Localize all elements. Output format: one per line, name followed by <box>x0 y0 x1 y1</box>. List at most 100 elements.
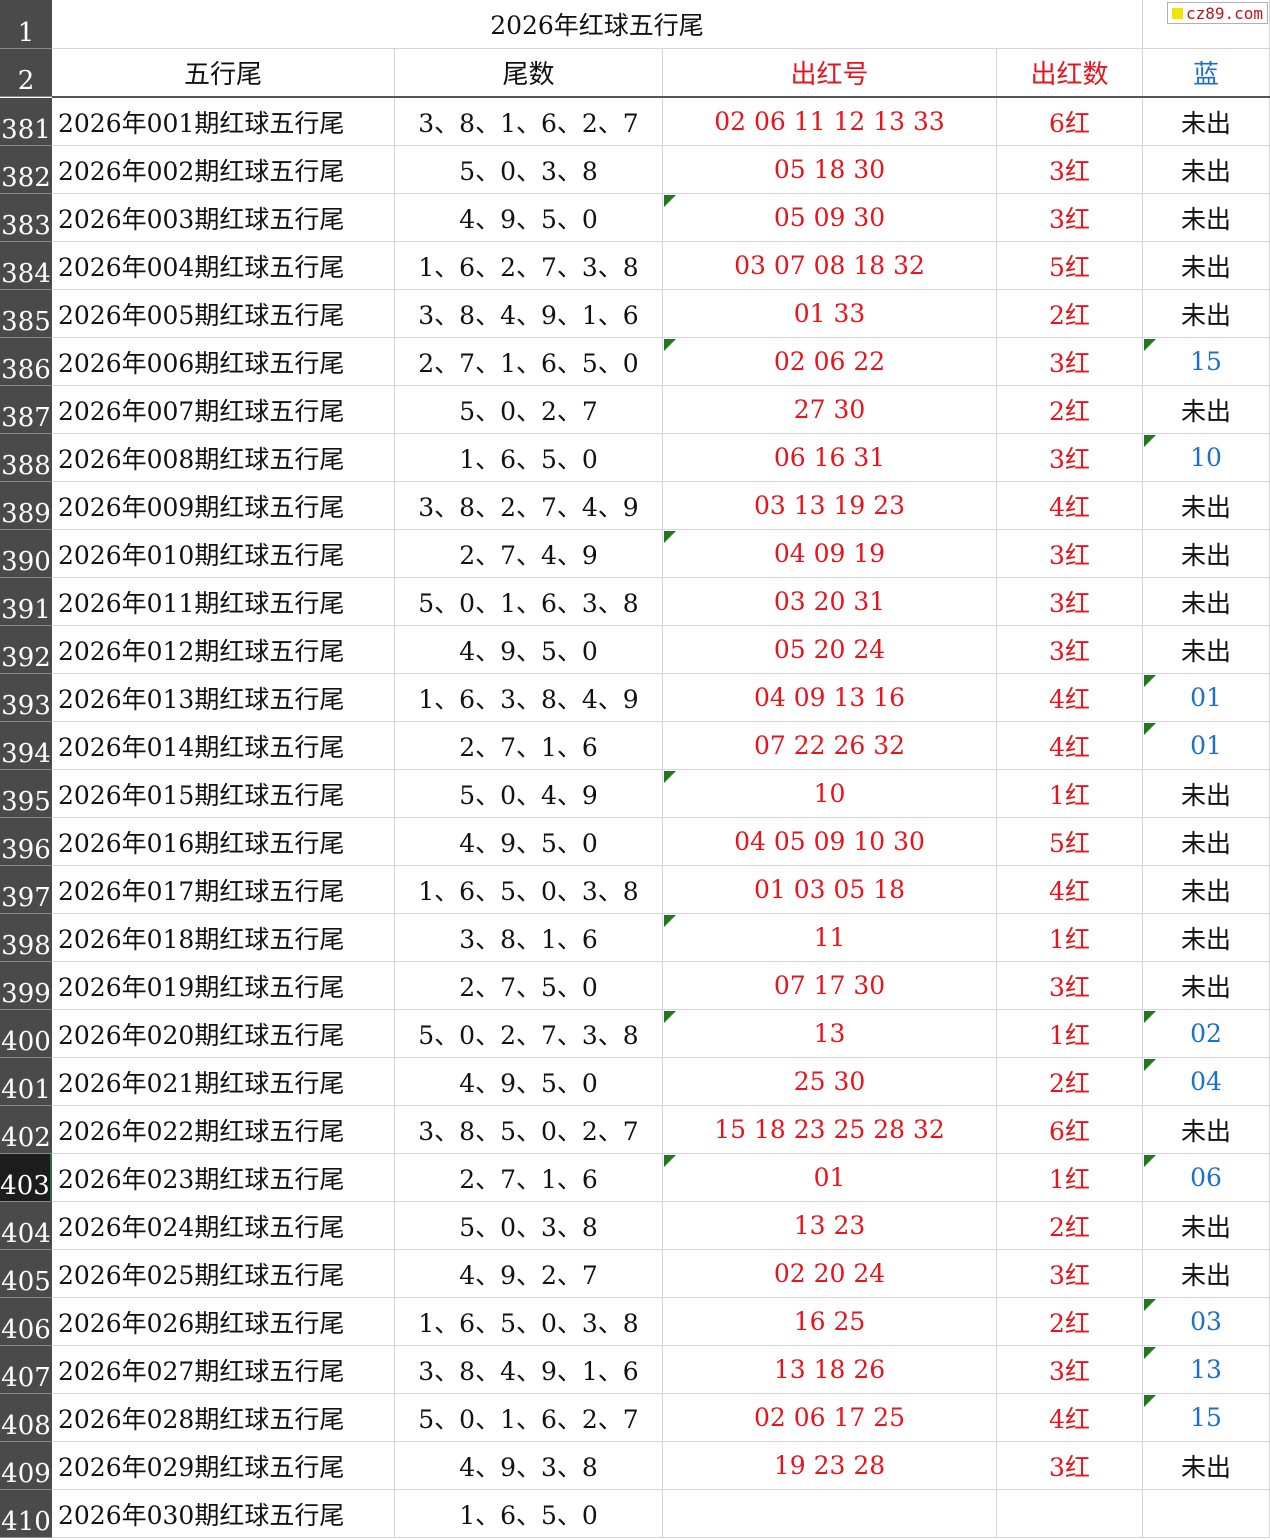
cell-red-count[interactable]: 1红 <box>997 1154 1143 1202</box>
cell-red-count[interactable]: 3红 <box>997 578 1143 626</box>
cell-red-count[interactable]: 3红 <box>997 194 1143 242</box>
cell-red-count[interactable]: 2红 <box>997 290 1143 338</box>
cell-blue-result[interactable]: 03 <box>1143 1298 1270 1346</box>
cell-blue-result[interactable]: 15 <box>1143 338 1270 386</box>
row-header[interactable]: 406 <box>0 1298 52 1346</box>
cell-red-numbers[interactable]: 25 30 <box>663 1058 997 1106</box>
column-header-name[interactable]: 五行尾 <box>52 49 395 97</box>
cell-blue-result[interactable]: 未出 <box>1143 1250 1270 1298</box>
cell-period-name[interactable]: 2026年003期红球五行尾 <box>52 194 395 242</box>
cell-tail-digits[interactable]: 2、7、5、0 <box>395 962 663 1010</box>
cell-blue-result[interactable]: 未出 <box>1143 962 1270 1010</box>
cell-blue-result[interactable]: 02 <box>1143 1010 1270 1058</box>
cell-red-numbers[interactable]: 07 22 26 32 <box>663 722 997 770</box>
cell-red-numbers[interactable]: 05 18 30 <box>663 146 997 194</box>
cell-blue-result[interactable]: 未出 <box>1143 770 1270 818</box>
row-header[interactable]: 408 <box>0 1394 52 1442</box>
cell-period-name[interactable]: 2026年023期红球五行尾 <box>52 1154 395 1202</box>
cell-blue-result[interactable]: 未出 <box>1143 866 1270 914</box>
cell-period-name[interactable]: 2026年006期红球五行尾 <box>52 338 395 386</box>
row-header[interactable]: 381 <box>0 98 52 146</box>
page-title[interactable]: 2026年红球五行尾 <box>52 0 1143 49</box>
cell-period-name[interactable]: 2026年011期红球五行尾 <box>52 578 395 626</box>
row-header[interactable]: 395 <box>0 770 52 818</box>
cell-tail-digits[interactable]: 4、9、5、0 <box>395 818 663 866</box>
cell-red-count[interactable]: 3红 <box>997 1250 1143 1298</box>
row-header[interactable]: 384 <box>0 242 52 290</box>
cell-tail-digits[interactable]: 3、8、2、7、4、9 <box>395 482 663 530</box>
cell-red-numbers[interactable] <box>663 1490 997 1538</box>
row-header[interactable]: 389 <box>0 482 52 530</box>
cell-red-numbers[interactable]: 04 05 09 10 30 <box>663 818 997 866</box>
cell-period-name[interactable]: 2026年005期红球五行尾 <box>52 290 395 338</box>
cell-period-name[interactable]: 2026年026期红球五行尾 <box>52 1298 395 1346</box>
cell-red-count[interactable]: 4红 <box>997 722 1143 770</box>
row-header[interactable]: 405 <box>0 1250 52 1298</box>
cell-period-name[interactable]: 2026年025期红球五行尾 <box>52 1250 395 1298</box>
cell-red-numbers[interactable]: 13 18 26 <box>663 1346 997 1394</box>
cell-blue-result[interactable]: 未出 <box>1143 194 1270 242</box>
cell-red-numbers[interactable]: 01 <box>663 1154 997 1202</box>
cell-period-name[interactable]: 2026年018期红球五行尾 <box>52 914 395 962</box>
cell-red-numbers[interactable]: 03 13 19 23 <box>663 482 997 530</box>
column-header-count[interactable]: 出红数 <box>997 49 1143 97</box>
cell-blue-result[interactable]: 未出 <box>1143 482 1270 530</box>
cell-red-count[interactable]: 4红 <box>997 674 1143 722</box>
row-header[interactable]: 410 <box>0 1490 52 1538</box>
cell-period-name[interactable]: 2026年022期红球五行尾 <box>52 1106 395 1154</box>
cell-blue-result[interactable]: 未出 <box>1143 386 1270 434</box>
row-header[interactable]: 393 <box>0 674 52 722</box>
cell-period-name[interactable]: 2026年028期红球五行尾 <box>52 1394 395 1442</box>
cell-blue-result[interactable]: 未出 <box>1143 146 1270 194</box>
cell-blue-result[interactable]: 01 <box>1143 722 1270 770</box>
cell-red-count[interactable]: 3红 <box>997 1442 1143 1490</box>
cell-tail-digits[interactable]: 5、0、3、8 <box>395 146 663 194</box>
cell-red-numbers[interactable]: 15 18 23 25 28 32 <box>663 1106 997 1154</box>
cell-tail-digits[interactable]: 5、0、2、7、3、8 <box>395 1010 663 1058</box>
cell-tail-digits[interactable]: 4、9、5、0 <box>395 194 663 242</box>
cell-blue-result[interactable]: 未出 <box>1143 578 1270 626</box>
cell-red-numbers[interactable]: 03 20 31 <box>663 578 997 626</box>
cell-red-count[interactable]: 1红 <box>997 1010 1143 1058</box>
cell-red-numbers[interactable]: 01 33 <box>663 290 997 338</box>
cell-red-count[interactable]: 2红 <box>997 1058 1143 1106</box>
cell-tail-digits[interactable]: 4、9、5、0 <box>395 1058 663 1106</box>
cell-blue-result[interactable]: 01 <box>1143 674 1270 722</box>
row-header[interactable]: 387 <box>0 386 52 434</box>
cell-tail-digits[interactable]: 1、6、3、8、4、9 <box>395 674 663 722</box>
cell-red-count[interactable]: 5红 <box>997 242 1143 290</box>
cell-red-numbers[interactable]: 11 <box>663 914 997 962</box>
cell-period-name[interactable]: 2026年009期红球五行尾 <box>52 482 395 530</box>
cell-period-name[interactable]: 2026年016期红球五行尾 <box>52 818 395 866</box>
cell-period-name[interactable]: 2026年020期红球五行尾 <box>52 1010 395 1058</box>
cell-tail-digits[interactable]: 4、9、5、0 <box>395 626 663 674</box>
cell-tail-digits[interactable]: 3、8、4、9、1、6 <box>395 290 663 338</box>
row-header[interactable]: 390 <box>0 530 52 578</box>
cell-period-name[interactable]: 2026年017期红球五行尾 <box>52 866 395 914</box>
row-header[interactable]: 2 <box>0 49 52 97</box>
cell-tail-digits[interactable]: 4、9、2、7 <box>395 1250 663 1298</box>
cell-tail-digits[interactable]: 4、9、3、8 <box>395 1442 663 1490</box>
cell-blue-result[interactable]: 15 <box>1143 1394 1270 1442</box>
cell-period-name[interactable]: 2026年004期红球五行尾 <box>52 242 395 290</box>
cell-period-name[interactable]: 2026年008期红球五行尾 <box>52 434 395 482</box>
cell-tail-digits[interactable]: 5、0、2、7 <box>395 386 663 434</box>
cell-red-count[interactable]: 3红 <box>997 1346 1143 1394</box>
cell-red-numbers[interactable]: 13 23 <box>663 1202 997 1250</box>
cell-blue-result[interactable]: 未出 <box>1143 98 1270 146</box>
cell-red-numbers[interactable]: 10 <box>663 770 997 818</box>
row-header[interactable]: 388 <box>0 434 52 482</box>
cell-tail-digits[interactable]: 1、6、2、7、3、8 <box>395 242 663 290</box>
cell-tail-digits[interactable]: 3、8、1、6、2、7 <box>395 98 663 146</box>
cell-red-count[interactable]: 2红 <box>997 386 1143 434</box>
cell-tail-digits[interactable]: 2、7、1、6 <box>395 722 663 770</box>
cell-tail-digits[interactable]: 1、6、5、0 <box>395 1490 663 1538</box>
cell-red-numbers[interactable]: 02 06 22 <box>663 338 997 386</box>
cell-blue-result[interactable]: 未出 <box>1143 1106 1270 1154</box>
cell-period-name[interactable]: 2026年010期红球五行尾 <box>52 530 395 578</box>
cell-tail-digits[interactable]: 1、6、5、0、3、8 <box>395 1298 663 1346</box>
row-header[interactable]: 403 <box>0 1154 52 1202</box>
cell-tail-digits[interactable]: 5、0、1、6、2、7 <box>395 1394 663 1442</box>
cell-red-count[interactable]: 3红 <box>997 626 1143 674</box>
cell-red-count[interactable]: 3红 <box>997 146 1143 194</box>
